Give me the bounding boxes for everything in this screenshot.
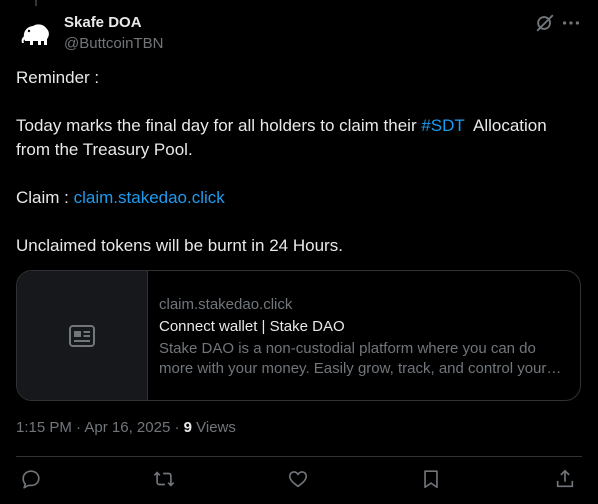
card-description: Stake DAO is a non-custodial platform wh… <box>159 340 562 377</box>
elephant-logo-icon <box>21 24 49 45</box>
post-line-announcement: Today marks the final day for all holder… <box>16 114 576 162</box>
bookmark-button[interactable] <box>420 468 444 492</box>
divider <box>16 456 582 457</box>
like-icon <box>288 471 308 488</box>
post-date[interactable]: Apr 16, 2025 <box>84 419 170 436</box>
claim-label: Claim : <box>16 188 74 207</box>
grok-button[interactable] <box>534 12 556 34</box>
meta-separator: · <box>170 419 184 436</box>
action-bar <box>16 466 582 494</box>
more-button[interactable] <box>560 12 582 34</box>
post-meta: 1:15 PM · Apr 16, 2025 · 9 Views <box>16 418 236 438</box>
author-names: Skafe DOA @ButtcoinTBN <box>64 14 163 54</box>
post-line-warning: Unclaimed tokens will be burnt in 24 Hou… <box>16 236 343 255</box>
more-icon <box>562 21 580 25</box>
thread-connector-line <box>35 0 37 6</box>
share-button[interactable] <box>554 468 578 492</box>
views-label: Views <box>191 419 236 436</box>
post-line-reminder: Reminder : <box>16 68 100 87</box>
author-display-name[interactable]: Skafe DOA <box>64 14 163 32</box>
hashtag-link[interactable]: #SDT <box>421 116 464 135</box>
bookmark-icon <box>424 470 438 489</box>
card-thumbnail <box>17 271 148 400</box>
article-icon <box>69 325 95 347</box>
reply-icon <box>22 470 40 489</box>
post-header: Skafe DOA @ButtcoinTBN <box>16 10 582 54</box>
claim-link[interactable]: claim.stakedao.click <box>74 188 225 207</box>
like-button[interactable] <box>287 468 311 492</box>
repost-button[interactable] <box>153 468 177 492</box>
meta-separator: · <box>71 419 85 436</box>
link-preview-card[interactable]: claim.stakedao.click Connect wallet | St… <box>16 270 581 401</box>
card-title: Connect wallet | Stake DAO <box>159 318 345 335</box>
post-text: Reminder : Today marks the final day for… <box>16 66 576 258</box>
share-icon <box>556 469 574 488</box>
views-count: 9 <box>183 419 192 436</box>
author-handle[interactable]: @ButtcoinTBN <box>64 34 163 54</box>
repost-icon <box>153 471 175 487</box>
card-info: claim.stakedao.click Connect wallet | St… <box>159 295 570 379</box>
reply-button[interactable] <box>20 468 44 492</box>
post-line-claim: Claim : claim.stakedao.click <box>16 186 576 210</box>
card-domain: claim.stakedao.click <box>159 296 293 313</box>
avatar[interactable] <box>16 14 56 54</box>
grok-icon <box>536 14 554 32</box>
post-time[interactable]: 1:15 PM <box>16 419 72 436</box>
post-text-segment: Today marks the final day for all holder… <box>16 116 422 135</box>
